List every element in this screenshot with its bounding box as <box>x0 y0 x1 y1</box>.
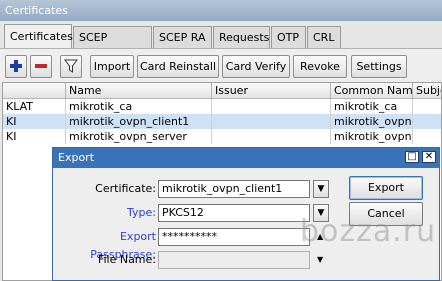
cell-common-name: mikrotik_ovpn... <box>331 129 413 144</box>
cell-issuer <box>212 129 331 144</box>
column-header-flags[interactable] <box>3 83 66 99</box>
certificate-label: Certificate: <box>95 182 156 195</box>
card-verify-button[interactable]: Card Verify <box>222 55 290 78</box>
cell-common-name: mikrotik_ca <box>331 99 413 114</box>
window-title: Certificates <box>0 0 442 21</box>
tab-scep-servers[interactable]: SCEP Servers <box>73 26 152 66</box>
cell-issuer <box>212 99 331 114</box>
type-select[interactable]: PKCS12 <box>158 204 310 222</box>
column-header-common-name[interactable]: Common Name <box>331 83 413 99</box>
export-button[interactable]: Export <box>349 176 423 200</box>
table-row-selected[interactable]: KI mikrotik_ovpn_client1 mikrotik_ovpn..… <box>3 114 441 129</box>
certificate-dropdown-button[interactable]: ▼ <box>313 180 329 198</box>
settings-button[interactable]: Settings <box>351 55 407 78</box>
tab-crl[interactable]: CRL <box>307 26 341 48</box>
column-header-name[interactable]: Name <box>66 83 212 99</box>
file-name-select[interactable] <box>158 251 310 269</box>
tab-certificates[interactable]: Certificates <box>4 24 73 48</box>
plus-icon <box>10 60 22 72</box>
minus-icon <box>35 64 47 68</box>
chevron-down-icon[interactable]: ▼ <box>317 255 323 264</box>
filter-button[interactable] <box>60 55 82 78</box>
close-icon[interactable]: ✕ <box>422 151 436 163</box>
filter-icon <box>64 59 78 73</box>
cell-flags: KI <box>3 129 66 144</box>
passphrase-field[interactable]: ********** <box>158 228 310 246</box>
remove-button[interactable] <box>30 55 52 78</box>
column-header-issuer[interactable]: Issuer <box>212 83 331 99</box>
chevron-down-icon: ▼ <box>317 184 325 194</box>
column-header-subject[interactable]: Subjec <box>413 83 441 99</box>
type-label: Type: <box>127 206 156 219</box>
import-button[interactable]: Import <box>90 55 134 78</box>
cell-name: mikrotik_ovpn_client1 <box>66 114 212 129</box>
certificate-select[interactable]: mikrotik_ovpn_client1 <box>158 180 310 198</box>
cell-flags: KLAT <box>3 99 66 114</box>
tab-scep-ra[interactable]: SCEP RA <box>153 26 212 48</box>
table-row[interactable]: KLAT mikrotik_ca mikrotik_ca <box>3 99 441 114</box>
add-button[interactable] <box>5 55 27 78</box>
cell-flags: KI <box>3 114 66 129</box>
tab-requests[interactable]: Requests <box>213 26 270 48</box>
tab-otp[interactable]: OTP <box>271 26 306 48</box>
cell-issuer <box>212 114 331 129</box>
table-row[interactable]: KI mikrotik_ovpn_server mikrotik_ovpn... <box>3 129 441 144</box>
maximize-icon[interactable]: □ <box>405 151 419 163</box>
passphrase-label: Export Passphrase: <box>90 230 156 261</box>
watermark-text: bozza.ru <box>300 214 437 249</box>
revoke-button[interactable]: Revoke <box>293 55 347 78</box>
card-reinstall-button[interactable]: Card Reinstall <box>137 55 219 78</box>
cell-name: mikrotik_ovpn_server <box>66 129 212 144</box>
file-name-label: File Name: <box>97 253 156 266</box>
cell-common-name: mikrotik_ovpn... <box>331 114 413 129</box>
cell-name: mikrotik_ca <box>66 99 212 114</box>
dialog-title: Export <box>53 148 439 168</box>
